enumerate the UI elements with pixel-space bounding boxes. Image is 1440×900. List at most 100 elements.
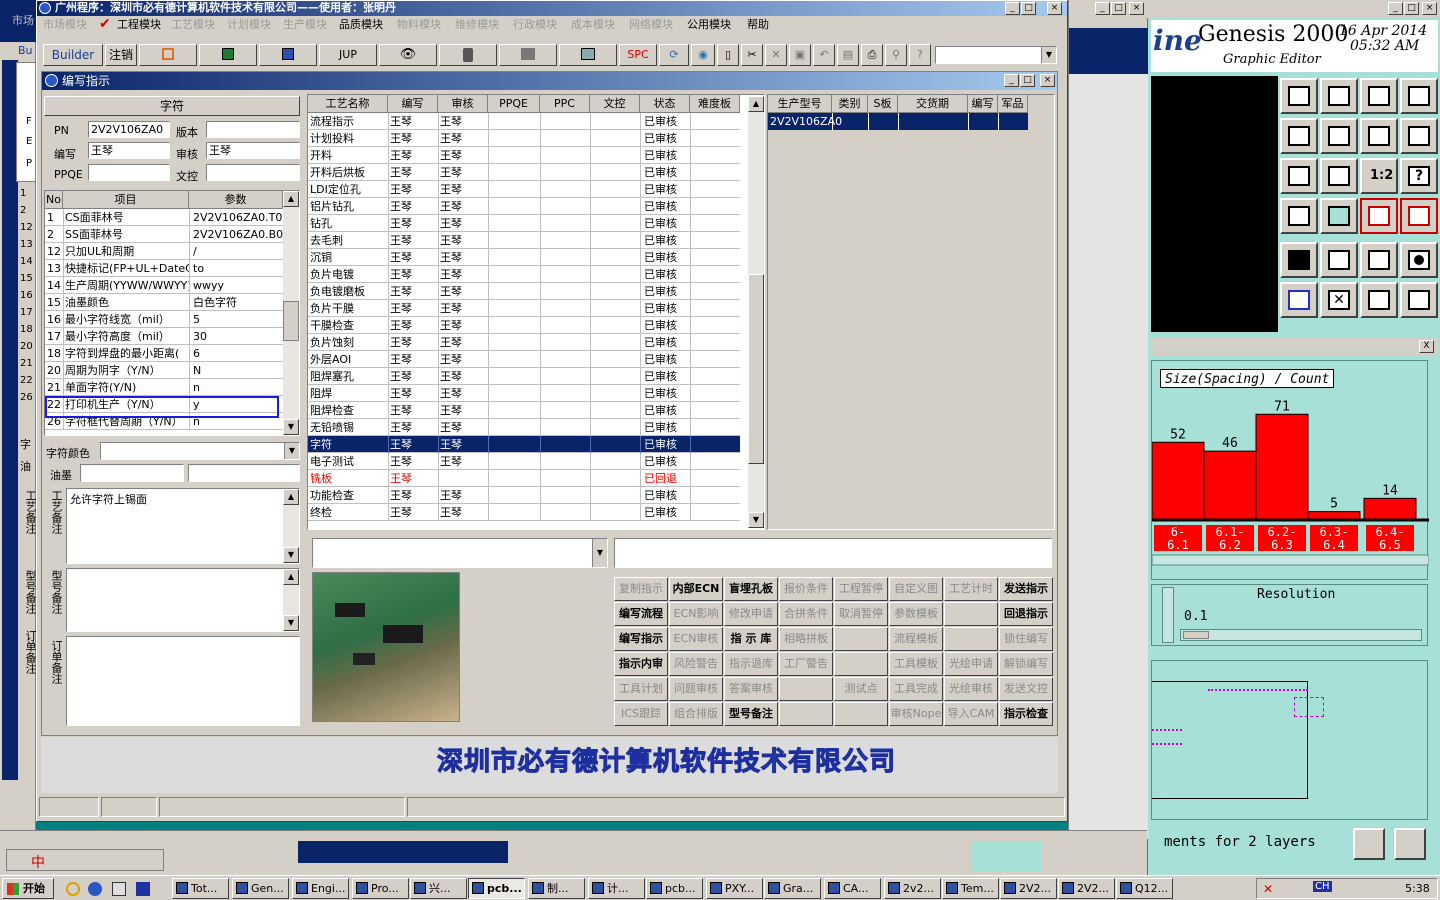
genesis-min-button[interactable]: _ <box>1388 2 1403 15</box>
ppqe-input[interactable] <box>88 164 170 181</box>
action-button-39[interactable]: 发送文控 <box>999 677 1053 701</box>
ime-bar[interactable]: 中 <box>6 849 164 871</box>
process-table-row[interactable]: 终检 王琴 王琴 已审核 <box>308 504 740 521</box>
process-table-scrollbar[interactable]: ▲ ▼ <box>748 96 764 528</box>
menu-item-6[interactable]: 物料模块 <box>397 17 441 33</box>
genesis-canvas[interactable] <box>1151 76 1278 332</box>
action-button-6[interactable]: 工艺计时 <box>944 577 998 601</box>
process-table-row[interactable]: 流程指示 王琴 王琴 已审核 <box>308 113 740 130</box>
print-icon[interactable]: ⎙ <box>861 44 883 66</box>
house-icon[interactable] <box>1360 78 1398 114</box>
proc-col-ppqe[interactable]: PPQE <box>488 95 540 113</box>
database-icon[interactable] <box>439 44 497 66</box>
item-table-row[interactable]: 14 生产周期(YYWW/WWYY) wwyy <box>45 277 283 294</box>
action-button-5[interactable]: 自定义图 <box>889 577 943 601</box>
action-button-37[interactable]: 工具完成 <box>889 677 943 701</box>
s-shape-icon[interactable] <box>1400 118 1438 154</box>
process-table-row[interactable]: 铣板 王琴 已回退 <box>308 470 740 487</box>
order-row[interactable]: 2V2V106ZA0 <box>768 113 1028 130</box>
action-button-13[interactable]: 参数模板 <box>889 602 943 626</box>
save-icon[interactable] <box>1320 78 1358 114</box>
action-button-33[interactable]: 问题审核 <box>669 677 723 701</box>
process-table-row[interactable]: 功能检查 王琴 王琴 已审核 <box>308 487 740 504</box>
cancel-button[interactable]: 注销 <box>105 44 137 66</box>
save-icon-toolbar[interactable]: ▣ <box>789 44 811 66</box>
preview-icon[interactable]: ▤ <box>837 44 859 66</box>
panel-close-icon[interactable]: X <box>1419 340 1434 353</box>
dot-icon[interactable] <box>1400 242 1438 278</box>
process-table-row[interactable]: 阻焊检查 王琴 王琴 已审核 <box>308 402 740 419</box>
process-note-scrollbar[interactable]: ▲ ▼ <box>283 489 299 563</box>
action-button-29[interactable]: 工具模板 <box>889 652 943 676</box>
action-button-12[interactable]: 取消暂停 <box>834 602 888 626</box>
undo-icon[interactable]: ↶ <box>813 44 835 66</box>
action-button-32[interactable]: 工具计划 <box>614 677 668 701</box>
action-button-19[interactable]: 相略拼板 <box>779 627 833 651</box>
process-table-row[interactable]: 阻焊塞孔 王琴 王琴 已审核 <box>308 368 740 385</box>
process-table-row[interactable]: LDI定位孔 王琴 王琴 已审核 <box>308 181 740 198</box>
proc-col-name[interactable]: 工艺名称 <box>308 95 388 113</box>
histogram-bar[interactable] <box>1203 450 1257 520</box>
export-icon[interactable] <box>1320 118 1358 154</box>
scroll-down-icon[interactable]: ▼ <box>748 512 764 528</box>
action-button-21[interactable]: 流程模板 <box>889 627 943 651</box>
taskbar-item[interactable]: 制... <box>528 878 585 899</box>
dialog-max-button[interactable]: □ <box>1020 74 1035 87</box>
action-button-11[interactable]: 合拼条件 <box>779 602 833 626</box>
excel-icon[interactable] <box>199 44 257 66</box>
net-red-icon[interactable] <box>1360 198 1398 234</box>
histogram-scrollbar[interactable] <box>1152 554 1429 566</box>
scroll-up-icon[interactable]: ▲ <box>748 96 764 112</box>
computer-icon[interactable] <box>559 44 617 66</box>
action-button-34[interactable]: 答案审核 <box>724 677 778 701</box>
menu-item-1[interactable]: 工程模块 <box>117 17 161 33</box>
scroll-up-icon[interactable]: ▲ <box>283 489 299 505</box>
menu-item-11[interactable]: 公用模块 <box>687 17 731 33</box>
action-button-9[interactable]: ECN影响 <box>669 602 723 626</box>
center-icon[interactable] <box>1320 158 1358 194</box>
menu-item-0[interactable]: 市场模块 <box>43 17 87 33</box>
order-note-textarea[interactable] <box>66 636 300 726</box>
action-button-8[interactable]: 编写流程 <box>614 602 668 626</box>
process-table-row[interactable]: 外层AOI 王琴 王琴 已审核 <box>308 351 740 368</box>
delete-icon[interactable]: ✕ <box>765 44 787 66</box>
menu-item-3[interactable]: 计划模块 <box>227 17 271 33</box>
action-button-7[interactable]: 发送指示 <box>999 577 1053 601</box>
menu-item-8[interactable]: 行政模块 <box>513 17 557 33</box>
action-button-44[interactable] <box>834 702 888 726</box>
word-icon[interactable] <box>259 44 317 66</box>
taskbar-item[interactable]: Gen... <box>232 878 289 899</box>
help-icon[interactable]: ? <box>1400 158 1438 194</box>
genesis-close-button[interactable]: × <box>1422 2 1437 15</box>
histogram-bar[interactable] <box>1152 441 1205 520</box>
action-button-27[interactable]: 工厂警告 <box>779 652 833 676</box>
doc-orange-icon[interactable] <box>139 44 197 66</box>
action-button-3[interactable]: 报价条件 <box>779 577 833 601</box>
taskbar-item[interactable]: PXY... <box>706 878 763 899</box>
ruler-icon[interactable] <box>1360 242 1398 278</box>
item-table-row[interactable]: 1 CS面菲林号 2V2V106ZA0.T0 <box>45 209 283 226</box>
main-min-button[interactable]: _ <box>1005 2 1020 15</box>
action-button-43[interactable] <box>779 702 833 726</box>
scale-icon[interactable]: 1:2 <box>1360 158 1398 194</box>
action-button-17[interactable]: ECN审核 <box>669 627 723 651</box>
dialog-close-button[interactable]: × <box>1040 74 1055 87</box>
menu-item-4[interactable]: 生产模块 <box>283 17 327 33</box>
item-table-row[interactable]: 12 只加UL和周期 / <box>45 243 283 260</box>
histogram-bar[interactable] <box>1363 497 1417 520</box>
item-table-row[interactable]: 15 油墨颜色 白色字符 <box>45 294 283 311</box>
measure-icon[interactable] <box>1353 828 1385 860</box>
main-close-button[interactable]: × <box>1047 2 1062 15</box>
action-button-2[interactable]: 盲埋孔板 <box>724 577 778 601</box>
taskbar-item[interactable]: 计... <box>588 878 645 899</box>
genesis-max-button[interactable]: □ <box>1404 2 1419 15</box>
item-col-param[interactable]: 参数 <box>189 191 283 209</box>
taskbar-item[interactable]: Q12... <box>1116 878 1173 899</box>
resolution-slider[interactable] <box>1180 629 1422 641</box>
pad-icon[interactable] <box>1280 242 1318 278</box>
order-col-writer[interactable]: 编写 <box>968 95 998 113</box>
item-table-scrollbar[interactable]: ▲ ▼ <box>283 191 299 435</box>
taskbar-item[interactable]: Pro... <box>352 878 409 899</box>
action-button-0[interactable]: 复制指示 <box>614 577 668 601</box>
process-table-row[interactable]: 电子测试 王琴 王琴 已审核 <box>308 453 740 470</box>
